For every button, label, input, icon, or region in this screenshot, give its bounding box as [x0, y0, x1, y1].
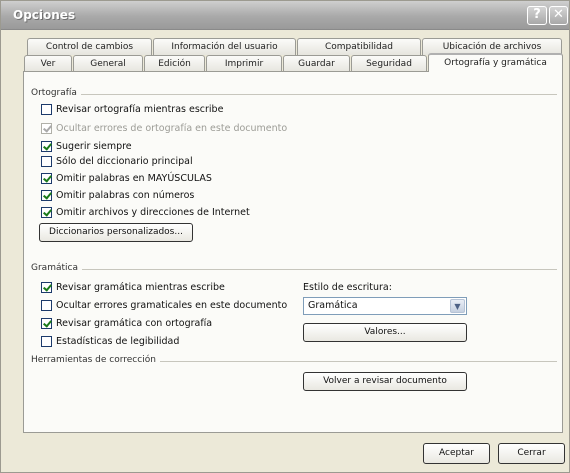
- checkbox[interactable]: [41, 189, 52, 201]
- checkbox[interactable]: [41, 317, 52, 329]
- ortografia-divider: [73, 94, 557, 95]
- estilo-escritura-select[interactable]: Gramática ▼: [303, 297, 467, 315]
- option-label: Sólo del diccionario principal: [56, 155, 193, 167]
- checkbox[interactable]: [41, 172, 52, 184]
- omitir-numeros-option[interactable]: Omitir palabras con números: [41, 188, 194, 202]
- diccionario-principal-option[interactable]: Sólo del diccionario principal: [41, 154, 193, 168]
- herramientas-group-label: Herramientas de corrección: [31, 355, 160, 365]
- tab-control-de-cambios[interactable]: Control de cambios: [27, 38, 152, 55]
- tab-imprimir[interactable]: Imprimir: [206, 55, 282, 72]
- option-label: Ocultar errores gramaticales en este doc…: [56, 299, 288, 311]
- option-label: Revisar gramática mientras escribe: [56, 281, 225, 293]
- checkbox[interactable]: [41, 335, 52, 347]
- option-label: Ocultar errores de ortografía en este do…: [56, 122, 288, 134]
- title-bar[interactable]: Opciones ? ✕: [1, 1, 569, 30]
- tab-ortografia-gramatica[interactable]: Ortografía y gramática: [428, 53, 563, 72]
- checkbox[interactable]: [41, 155, 52, 167]
- revisar-ortografia-option[interactable]: Revisar ortografía mientras escribe: [41, 102, 223, 116]
- checkbox[interactable]: [41, 206, 52, 218]
- checkbox[interactable]: [41, 122, 52, 134]
- tab-compatibilidad[interactable]: Compatibilidad: [297, 38, 421, 55]
- tab-edicion[interactable]: Edición: [144, 55, 205, 72]
- ocultar-errores-ortografia-option[interactable]: Ocultar errores de ortografía en este do…: [41, 121, 287, 135]
- tab-informacion-usuario[interactable]: Información del usuario: [153, 38, 296, 55]
- diccionarios-personalizados-button[interactable]: Diccionarios personalizados...: [39, 223, 193, 242]
- checkbox[interactable]: [41, 140, 52, 152]
- valores-button[interactable]: Valores...: [303, 323, 467, 342]
- close-button[interactable]: ✕: [549, 6, 568, 25]
- options-dialog: Opciones ? ✕ Control de cambios Informac…: [0, 0, 570, 473]
- checkbox[interactable]: [41, 103, 52, 115]
- tab-ver[interactable]: Ver: [24, 55, 72, 72]
- estadisticas-legibilidad-option[interactable]: Estadísticas de legibilidad: [41, 334, 179, 348]
- ortografia-group-label: Ortografía: [31, 88, 81, 98]
- estilo-escritura-value: Gramática: [308, 300, 358, 311]
- checkbox[interactable]: [41, 299, 52, 311]
- option-label: Revisar ortografía mientras escribe: [56, 103, 224, 115]
- cerrar-button[interactable]: Cerrar: [498, 443, 565, 464]
- gramatica-group-label: Gramática: [31, 263, 82, 273]
- gramatica-divider: [73, 269, 557, 270]
- omitir-mayusculas-option[interactable]: Omitir palabras en MAYÚSCULAS: [41, 171, 212, 185]
- estilo-escritura-label: Estilo de escritura:: [303, 282, 392, 293]
- window-title: Opciones: [13, 8, 76, 22]
- tab-guardar[interactable]: Guardar: [283, 55, 350, 72]
- aceptar-button[interactable]: Aceptar: [423, 443, 490, 464]
- help-button[interactable]: ?: [527, 6, 547, 25]
- volver-revisar-button[interactable]: Volver a revisar documento: [303, 372, 467, 391]
- checkbox[interactable]: [41, 281, 52, 293]
- tab-general[interactable]: General: [73, 55, 143, 72]
- close-icon: ✕: [553, 7, 564, 22]
- herramientas-divider: [159, 361, 557, 362]
- option-label: Omitir palabras en MAYÚSCULAS: [56, 172, 212, 184]
- revisar-gramatica-option[interactable]: Revisar gramática mientras escribe: [41, 280, 225, 294]
- tab-seguridad[interactable]: Seguridad: [351, 55, 427, 72]
- ocultar-errores-gramaticales-option[interactable]: Ocultar errores gramaticales en este doc…: [41, 298, 287, 312]
- omitir-internet-option[interactable]: Omitir archivos y direcciones de Interne…: [41, 205, 250, 219]
- option-label: Omitir archivos y direcciones de Interne…: [56, 206, 250, 218]
- sugerir-siempre-option[interactable]: Sugerir siempre: [41, 139, 132, 153]
- option-label: Sugerir siempre: [56, 140, 132, 152]
- question-icon: ?: [533, 7, 541, 22]
- gramatica-con-ortografia-option[interactable]: Revisar gramática con ortografía: [41, 316, 212, 330]
- option-label: Revisar gramática con ortografía: [56, 317, 213, 329]
- option-label: Estadísticas de legibilidad: [56, 335, 180, 347]
- option-label: Omitir palabras con números: [56, 189, 195, 201]
- chevron-down-icon[interactable]: ▼: [450, 299, 465, 313]
